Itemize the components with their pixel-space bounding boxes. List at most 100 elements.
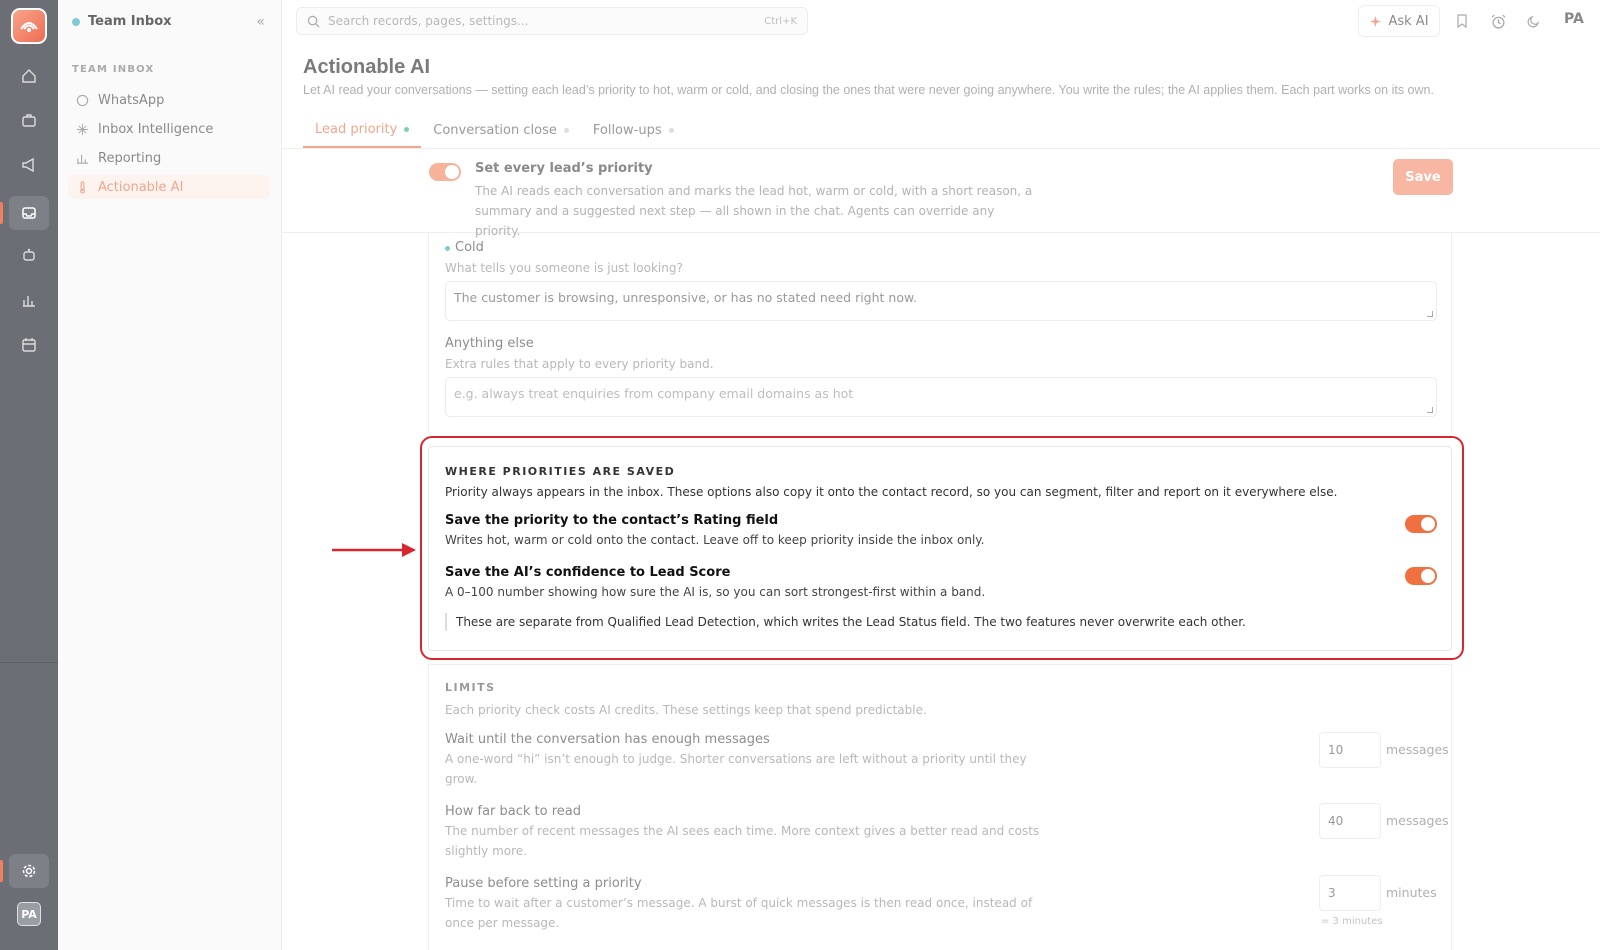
sparkle-icon	[76, 123, 89, 135]
read-back-unit: messages	[1386, 813, 1449, 828]
inbox-icon[interactable]	[9, 196, 49, 230]
rating-field-toggle[interactable]	[1405, 515, 1437, 533]
tab-status-dot	[563, 127, 569, 133]
cold-label: Cold	[455, 240, 484, 255]
card-caption: WHERE PRIORITIES ARE SAVED	[445, 465, 676, 478]
gear-icon[interactable]	[9, 854, 49, 888]
resize-grip[interactable]	[1427, 311, 1433, 317]
master-desc: The AI reads each conversation and marks…	[475, 184, 1033, 238]
tab-lead-priority[interactable]: Lead priority	[303, 112, 422, 148]
lead-score-title: Save the AI’s confidence to Lead Score	[445, 565, 731, 580]
read-back-desc-cont: slightly more.	[445, 844, 527, 858]
pause-desc-cont: once per message.	[445, 916, 560, 930]
sidebar-section-title: TEAM INBOX	[72, 64, 155, 75]
limits-desc: Each priority check costs AI credits. Th…	[445, 703, 927, 717]
card-desc: Priority always appears in the inbox. Th…	[445, 485, 1338, 499]
sidebar-item-label: Inbox Intelligence	[98, 121, 214, 137]
bot-icon[interactable]	[17, 243, 41, 267]
ask-ai-label: Ask AI	[1388, 13, 1429, 29]
tab-status-dot	[668, 127, 674, 133]
arrow-annotation	[332, 543, 416, 557]
tab-label: Follow-ups	[592, 122, 662, 138]
sidebar-item-inbox-intelligence[interactable]: Inbox Intelligence	[68, 117, 270, 141]
cold-dot	[445, 246, 450, 251]
anything-else-placeholder: e.g. always treat enquiries from company…	[454, 386, 854, 401]
min-messages-title: Wait until the conversation has enough m…	[445, 732, 770, 747]
global-search[interactable]: Search records, pages, settings... Ctrl+…	[296, 7, 808, 35]
home-icon[interactable]	[17, 64, 41, 88]
sidebar-item-label: Reporting	[98, 150, 162, 166]
min-messages-desc: A one-word “hi” isn’t enough to judge. S…	[445, 752, 1027, 766]
read-back-desc: The number of recent messages the AI see…	[445, 824, 1040, 838]
pause-title: Pause before setting a priority	[445, 876, 642, 891]
min-messages-unit: messages	[1386, 742, 1449, 757]
pause-input[interactable]: 3	[1319, 875, 1381, 911]
min-messages-input[interactable]: 10	[1319, 732, 1381, 768]
separation-note: These are separate from Qualified Lead D…	[445, 613, 1246, 631]
search-shortcut: Ctrl+K	[764, 15, 797, 27]
read-back-title: How far back to read	[445, 804, 581, 819]
rail-settings-indicator	[0, 860, 3, 882]
pause-hint: = 3 minutes	[1321, 916, 1383, 927]
sidebar-item-reporting[interactable]: Reporting	[68, 146, 270, 170]
bar-chart-icon	[76, 154, 89, 164]
limits-caption: LIMITS	[445, 681, 496, 694]
read-back-input[interactable]: 40	[1319, 803, 1381, 839]
tab-label: Conversation close	[433, 122, 557, 138]
chart-icon[interactable]	[17, 288, 41, 312]
lead-priority-toggle[interactable]	[429, 163, 461, 181]
where-priorities-saved-card: WHERE PRIORITIES ARE SAVED Priority alwa…	[428, 446, 1452, 651]
app-rail: PA	[0, 0, 58, 950]
search-icon	[307, 15, 320, 27]
search-input[interactable]: Search records, pages, settings...	[328, 14, 756, 28]
cold-help: What tells you someone is just looking?	[445, 261, 683, 275]
save-button[interactable]: Save	[1393, 159, 1453, 195]
user-avatar[interactable]: PA	[17, 902, 41, 926]
pause-desc: Time to wait after a customer’s message.…	[445, 896, 1033, 910]
collapse-sidebar-icon[interactable]: «	[256, 14, 265, 30]
master-title: Set every lead’s priority	[475, 161, 653, 176]
page-subtitle: Let AI read your conversations — setting…	[303, 83, 1434, 97]
workspace-name: Team Inbox	[88, 14, 172, 29]
workspace-dot	[72, 17, 80, 26]
toggle-knob	[445, 165, 459, 179]
workspace-switcher[interactable]: Team Inbox	[72, 14, 172, 29]
megaphone-icon[interactable]	[17, 153, 41, 177]
rating-field-desc: Writes hot, warm or cold onto the contac…	[445, 533, 985, 547]
tab-follow-ups[interactable]: Follow-ups	[581, 112, 686, 148]
thermometer-icon	[80, 180, 85, 194]
resize-grip[interactable]	[1427, 407, 1433, 413]
lead-score-toggle[interactable]	[1405, 567, 1437, 585]
anything-else-label: Anything else	[445, 336, 534, 351]
top-bar: Search records, pages, settings... Ctrl+…	[282, 0, 1600, 42]
cold-rules-textarea[interactable]: The customer is browsing, unresponsive, …	[445, 281, 1437, 321]
anything-else-textarea[interactable]: e.g. always treat enquiries from company…	[445, 377, 1437, 417]
ask-ai-button[interactable]: Ask AI	[1358, 5, 1440, 37]
alarm-clock-icon[interactable]	[1488, 11, 1508, 31]
sparkle-icon	[1370, 15, 1382, 27]
briefcase-icon[interactable]	[17, 108, 41, 132]
sidebar-item-whatsapp[interactable]: WhatsApp	[68, 88, 270, 112]
whatsapp-icon	[76, 94, 89, 106]
moon-icon[interactable]	[1524, 11, 1544, 31]
tab-label: Lead priority	[315, 121, 398, 137]
app-logo[interactable]	[11, 8, 47, 44]
sidebar-item-label: Actionable AI	[98, 179, 184, 195]
lead-score-desc: A 0–100 number showing how sure the AI i…	[445, 585, 986, 599]
sidebar: Team Inbox « TEAM INBOX WhatsApp Inbox I…	[58, 0, 282, 950]
rating-field-title: Save the priority to the contact’s Ratin…	[445, 513, 779, 528]
sidebar-item-actionable-ai[interactable]: Actionable AI	[68, 175, 270, 199]
tab-conversation-close[interactable]: Conversation close	[421, 112, 581, 148]
toggle-knob	[1421, 569, 1435, 583]
anything-else-help: Extra rules that apply to every priority…	[445, 357, 714, 371]
rail-active-indicator	[0, 202, 3, 224]
min-messages-desc-cont: grow.	[445, 772, 478, 786]
tab-bar: Lead priority Conversation close Follow-…	[303, 112, 686, 148]
tab-status-dot	[404, 126, 410, 132]
calendar-icon[interactable]	[17, 333, 41, 357]
bookmark-icon[interactable]	[1452, 11, 1472, 31]
page-title: Actionable AI	[303, 56, 431, 78]
user-menu[interactable]: PA	[1564, 11, 1584, 27]
rail-divider	[0, 662, 58, 663]
toggle-knob	[1421, 517, 1435, 531]
